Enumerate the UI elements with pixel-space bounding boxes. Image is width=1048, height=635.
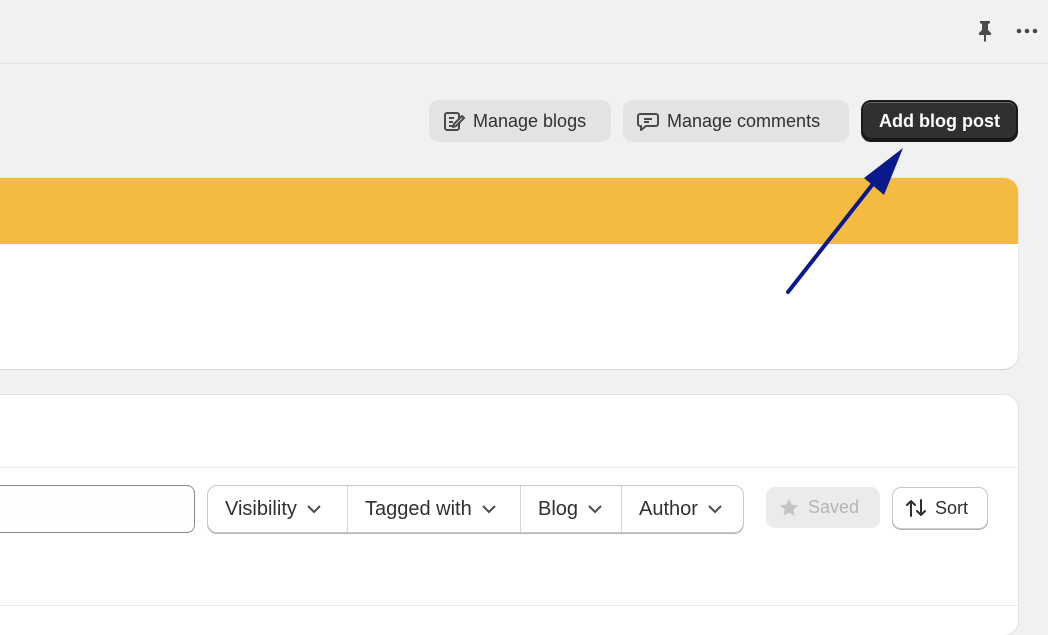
sort-arrows-icon — [906, 499, 926, 517]
chevron-down-icon — [588, 505, 602, 514]
filter-visibility-label: Visibility — [225, 497, 297, 520]
chevron-down-icon — [307, 505, 321, 514]
saved-views-button[interactable]: Saved — [766, 487, 880, 528]
search-input[interactable] — [0, 485, 195, 533]
manage-comments-label: Manage comments — [667, 110, 821, 131]
divider — [0, 467, 1018, 468]
filter-author-label: Author — [639, 497, 698, 520]
manage-blogs-button[interactable]: Manage blogs — [429, 100, 611, 142]
chevron-down-icon — [708, 505, 722, 514]
manage-comments-button[interactable]: Manage comments — [623, 100, 849, 142]
chevron-down-icon — [482, 505, 496, 514]
saved-label: Saved — [808, 497, 860, 517]
sort-button[interactable]: Sort — [892, 487, 988, 529]
sort-label: Sort — [935, 497, 969, 518]
pin-icon[interactable] — [975, 20, 995, 42]
filter-tagged-with-label: Tagged with — [365, 497, 472, 520]
edit-document-icon — [444, 112, 465, 131]
star-icon — [780, 498, 798, 516]
banner-strip — [0, 178, 1018, 244]
filter-blog-label: Blog — [538, 497, 579, 520]
filter-visibility[interactable]: Visibility — [208, 486, 348, 532]
banner-card — [0, 178, 1018, 369]
filter-blog[interactable]: Blog — [521, 486, 622, 532]
add-blog-post-label: Add blog post — [879, 110, 1000, 131]
divider — [0, 605, 1018, 606]
more-horizontal-icon[interactable] — [1015, 22, 1039, 40]
filter-tagged-with[interactable]: Tagged with — [348, 486, 521, 532]
top-bar — [0, 0, 1048, 64]
filter-group: Visibility Tagged with Blog Author — [207, 485, 744, 533]
comment-icon — [637, 113, 659, 131]
add-blog-post-button[interactable]: Add blog post — [861, 100, 1018, 142]
manage-blogs-label: Manage blogs — [473, 110, 587, 131]
filter-author[interactable]: Author — [622, 486, 743, 532]
